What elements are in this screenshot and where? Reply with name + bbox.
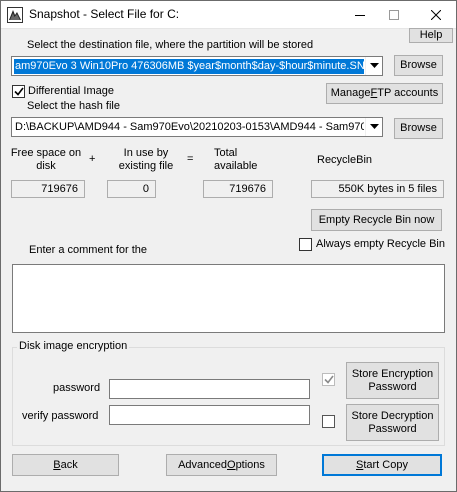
destination-value: am970Evo 3 Win10Pro 476306MB $year$month… <box>14 59 364 74</box>
snapshot-dialog: Snapshot - Select File for C: Help Selec… <box>0 0 457 492</box>
free-space-value: 719676 <box>11 180 85 198</box>
start-copy-label: tart Copy <box>363 458 408 471</box>
maximize-icon[interactable] <box>377 1 411 29</box>
advanced-accelerator: O <box>227 458 236 471</box>
free-space-label: Free space on disk <box>10 147 82 172</box>
store-decryption-password-button[interactable]: Store Decryption Password <box>346 404 439 441</box>
total-available-label: Total available <box>214 147 258 172</box>
destination-browse-button[interactable]: Browse <box>394 55 443 76</box>
verify-password-label: verify password <box>22 410 99 422</box>
hash-value: D:\BACKUP\AMD944 - Sam970Evo\20210203-01… <box>15 121 364 133</box>
back-button[interactable]: Back <box>12 454 119 476</box>
window-title: Snapshot - Select File for C: <box>29 7 180 21</box>
chevron-down-icon[interactable] <box>365 57 382 75</box>
chevron-down-icon[interactable] <box>365 118 382 136</box>
app-icon <box>7 7 23 23</box>
password-label: password <box>53 382 101 394</box>
differential-checkbox[interactable] <box>12 85 25 98</box>
comment-textarea[interactable] <box>12 264 445 333</box>
advanced-options-button[interactable]: Advanced Options <box>166 454 277 476</box>
encryption-legend: Disk image encryption <box>17 340 130 352</box>
recycle-bin-value: 550K bytes in 5 files <box>311 180 444 198</box>
destination-combo[interactable]: am970Evo 3 Win10Pro 476306MB $year$month… <box>11 56 383 76</box>
in-use-value: 0 <box>107 180 156 198</box>
destination-label: Select the destination file, where the p… <box>27 39 314 51</box>
empty-recycle-bin-button[interactable]: Empty Recycle Bin now <box>311 209 442 231</box>
store-decryption-checkbox[interactable] <box>322 415 335 428</box>
hash-label: Select the hash file <box>27 100 120 112</box>
manage-ftp-button[interactable]: Manage F TP accounts <box>326 83 443 104</box>
back-accelerator: B <box>53 458 61 471</box>
hash-combo[interactable]: D:\BACKUP\AMD944 - Sam970Evo\20210203-01… <box>11 117 383 137</box>
recycle-bin-label: RecycleBin <box>317 154 373 166</box>
manage-ftp-label-pre: Manage <box>330 87 371 99</box>
advanced-label-pre: Advanced <box>178 458 227 471</box>
hash-browse-button[interactable]: Browse <box>394 118 443 139</box>
start-copy-button[interactable]: Start Copy <box>322 454 442 476</box>
minimize-icon[interactable] <box>343 1 377 29</box>
back-label: ack <box>60 458 78 471</box>
title-bar[interactable]: Snapshot - Select File for C: <box>1 1 456 29</box>
verify-password-field[interactable] <box>109 405 310 425</box>
start-copy-accelerator: S <box>356 458 364 471</box>
plus-sign: + <box>89 153 96 165</box>
always-empty-recycle-label[interactable]: Always empty Recycle Bin <box>316 238 445 250</box>
manage-ftp-label-post: TP accounts <box>377 87 439 99</box>
in-use-label: In use by existing file <box>118 147 174 172</box>
close-icon[interactable] <box>419 1 453 29</box>
equals-sign: = <box>187 153 194 165</box>
manage-ftp-accelerator: F <box>370 87 378 99</box>
help-button[interactable]: Help <box>409 28 453 43</box>
total-available-value: 719676 <box>203 180 273 198</box>
always-empty-recycle-checkbox[interactable] <box>299 238 312 251</box>
store-encryption-checkbox[interactable] <box>322 373 335 386</box>
password-field[interactable] <box>109 379 310 399</box>
comment-label: Enter a comment for the <box>29 244 147 256</box>
advanced-label-post: ptions <box>235 458 265 471</box>
store-encryption-password-button[interactable]: Store Encryption Password <box>346 362 439 399</box>
differential-label[interactable]: Differential Image <box>28 85 114 97</box>
